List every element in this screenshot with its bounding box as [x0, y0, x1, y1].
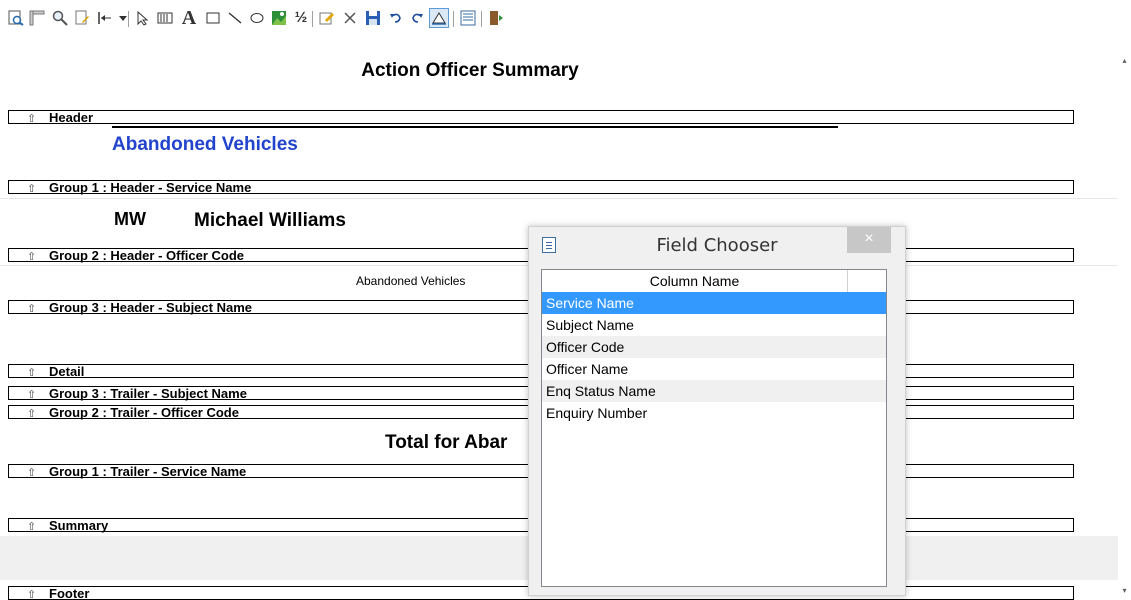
- field-row[interactable]: Subject Name: [542, 314, 886, 336]
- redo-icon[interactable]: [408, 9, 426, 27]
- field-list-grid[interactable]: Column Name Service Name Subject Name Of…: [541, 269, 887, 587]
- toolbar: A ½: [0, 0, 1131, 38]
- ruler-icon[interactable]: [28, 9, 46, 27]
- collapse-arrow-icon[interactable]: ⇧: [9, 182, 49, 196]
- align-dropdown-icon[interactable]: [114, 9, 132, 27]
- collapse-arrow-icon[interactable]: ⇧: [9, 588, 49, 600]
- scroll-up-icon[interactable]: ▴: [1120, 56, 1129, 65]
- field-row[interactable]: Enquiry Number: [542, 402, 886, 424]
- pointer-icon[interactable]: [134, 9, 152, 27]
- grid-header-extra: [848, 270, 886, 292]
- toolbar-separator: [128, 11, 129, 27]
- collapse-arrow-icon[interactable]: ⇧: [9, 466, 49, 480]
- image-icon[interactable]: [270, 9, 288, 27]
- formula-icon[interactable]: ½: [292, 9, 310, 27]
- field-icon[interactable]: [156, 9, 174, 27]
- field-row[interactable]: Service Name: [542, 292, 886, 314]
- close-button[interactable]: ×: [847, 227, 891, 253]
- subject-name-field[interactable]: Abandoned Vehicles: [356, 274, 465, 288]
- collapse-arrow-icon[interactable]: ⇧: [9, 407, 49, 421]
- print-preview-icon[interactable]: [7, 9, 25, 27]
- field-row[interactable]: Officer Code: [542, 336, 886, 358]
- officer-code-field[interactable]: MW: [114, 209, 146, 230]
- grid-header: Column Name: [542, 270, 886, 293]
- save-icon[interactable]: [364, 9, 382, 27]
- edit-icon[interactable]: [318, 9, 336, 27]
- undo-icon[interactable]: [387, 9, 405, 27]
- abandoned-vehicles-title[interactable]: Abandoned Vehicles: [112, 134, 298, 156]
- total-label-field[interactable]: Total for Abar: [385, 432, 507, 454]
- collapse-arrow-icon[interactable]: ⇧: [9, 366, 49, 380]
- toolbar-separator: [453, 11, 454, 27]
- collapse-arrow-icon[interactable]: ⇧: [9, 388, 49, 402]
- scroll-down-icon[interactable]: ▾: [1120, 586, 1129, 595]
- collapse-arrow-icon[interactable]: ⇧: [9, 112, 49, 126]
- zoom-icon[interactable]: [51, 9, 69, 27]
- officer-name-field[interactable]: Michael Williams: [194, 210, 346, 232]
- collapse-arrow-icon[interactable]: ⇧: [9, 302, 49, 316]
- toolbar-separator: [312, 11, 313, 27]
- text-icon[interactable]: A: [180, 8, 198, 28]
- header-rule-line[interactable]: [112, 126, 838, 128]
- band-divider: [0, 198, 1118, 199]
- field-chooser-dialog: Field Chooser × Column Name Service Name…: [528, 226, 906, 596]
- properties-icon[interactable]: [73, 9, 91, 27]
- list-icon[interactable]: [459, 9, 477, 27]
- line-icon[interactable]: [226, 9, 244, 27]
- report-title[interactable]: Action Officer Summary: [0, 60, 940, 82]
- collapse-arrow-icon[interactable]: ⇧: [9, 250, 49, 264]
- field-row[interactable]: Officer Name: [542, 358, 886, 380]
- column-name-header[interactable]: Column Name: [542, 270, 848, 292]
- group1-header-band[interactable]: ⇧ Group 1 : Header - Service Name: [8, 180, 1074, 196]
- exit-icon[interactable]: [487, 9, 505, 27]
- delete-icon[interactable]: [341, 9, 359, 27]
- collapse-arrow-icon[interactable]: ⇧: [9, 520, 49, 534]
- dialog-title-bar[interactable]: Field Chooser ×: [529, 227, 905, 267]
- header-band[interactable]: ⇧ Header: [8, 110, 1074, 126]
- align-left-icon[interactable]: [96, 9, 114, 27]
- toolbar-separator: [481, 11, 482, 27]
- ellipse-icon[interactable]: [248, 9, 266, 27]
- field-chooser-icon[interactable]: [429, 8, 449, 28]
- vertical-scrollbar[interactable]: ▴ ▾: [1118, 38, 1131, 600]
- field-row[interactable]: Enq Status Name: [542, 380, 886, 402]
- rectangle-icon[interactable]: [204, 9, 222, 27]
